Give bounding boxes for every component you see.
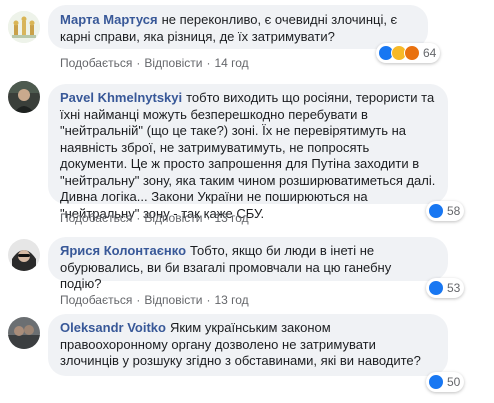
separator: · <box>136 211 141 225</box>
separator: · <box>206 293 211 307</box>
like-link[interactable]: Подобається <box>60 56 132 70</box>
reaction-count: 50 <box>447 375 461 389</box>
avatar[interactable] <box>8 11 40 43</box>
reaction-summary[interactable]: 50 <box>426 372 465 392</box>
avatar[interactable] <box>8 317 40 349</box>
comment-actions: Подобається · Відповісти · 13 год <box>60 211 249 225</box>
timestamp[interactable]: 14 год <box>214 56 248 70</box>
comment-bubble: Oleksandr Voitko Яким українським законом… <box>48 314 448 376</box>
separator: · <box>136 293 141 307</box>
comment-bubble: Pavel Khmelnytskyi тобто виходить що росі… <box>48 84 448 221</box>
reaction-summary[interactable]: 58 <box>426 201 465 221</box>
comment-actions: Подобається · Відповісти · 14 год <box>60 56 249 70</box>
reply-link[interactable]: Відповісти <box>144 56 202 70</box>
reaction-count: 53 <box>447 281 461 295</box>
comment-author[interactable]: Марта Мартуся <box>60 12 158 27</box>
reaction-count: 64 <box>423 46 437 60</box>
like-link[interactable]: Подобається <box>60 211 132 225</box>
avatar[interactable] <box>8 239 40 271</box>
comment-text: тобто виходить що росіяни, терористи та … <box>60 90 436 221</box>
reaction-summary[interactable]: 53 <box>426 278 465 298</box>
reply-link[interactable]: Відповісти <box>144 293 202 307</box>
timestamp[interactable]: 13 год <box>214 211 248 225</box>
avatar-image <box>8 81 40 113</box>
reply-link[interactable]: Відповісти <box>144 211 202 225</box>
comment-author[interactable]: Pavel Khmelnytskyi <box>60 90 182 105</box>
angry-reaction-icon <box>404 45 420 61</box>
avatar-image <box>8 317 40 349</box>
separator: · <box>206 56 211 70</box>
like-link[interactable]: Подобається <box>60 293 132 307</box>
avatar-image <box>8 239 40 271</box>
reaction-count: 58 <box>447 204 461 218</box>
comment-bubble: Ярися Колонтаєнко Тобто, якщо би люди в і… <box>48 237 448 291</box>
separator: · <box>206 211 211 225</box>
avatar[interactable] <box>8 81 40 113</box>
comment-bubble: Марта Мартуся не переконливо, є очевидні … <box>48 5 428 49</box>
avatar-image <box>8 11 40 43</box>
like-reaction-icon <box>428 280 444 296</box>
like-reaction-icon <box>428 374 444 390</box>
like-reaction-icon <box>428 203 444 219</box>
comment-author[interactable]: Oleksandr Voitko <box>60 320 166 335</box>
timestamp[interactable]: 13 год <box>214 293 248 307</box>
comment-actions: Подобається · Відповісти · 13 год <box>60 293 249 307</box>
comment-author[interactable]: Ярися Колонтаєнко <box>60 243 186 258</box>
reaction-summary[interactable]: 64 <box>376 43 441 63</box>
separator: · <box>136 56 141 70</box>
